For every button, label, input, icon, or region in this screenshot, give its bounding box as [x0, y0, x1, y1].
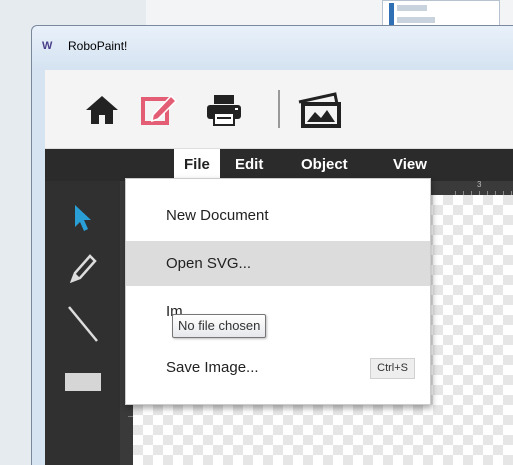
edit-button[interactable] — [137, 88, 181, 132]
menu-item-label: Open SVG... — [166, 255, 252, 272]
shortcut-badge: Ctrl+S — [370, 358, 415, 379]
menu-save-image[interactable]: Save Image... Ctrl+S — [126, 345, 430, 390]
home-icon — [86, 96, 118, 124]
line-icon — [67, 306, 98, 342]
file-input-tooltip: No file chosen — [172, 314, 267, 338]
pencil-tool[interactable] — [45, 243, 120, 293]
print-icon — [207, 95, 241, 126]
main-toolbar — [45, 70, 513, 149]
menu-edit[interactable]: Edit — [225, 149, 273, 181]
menu-view[interactable]: View — [383, 149, 437, 181]
menu-open-svg[interactable]: Open SVG... — [126, 241, 430, 286]
menu-bar: File Edit Object View — [45, 149, 513, 181]
title-bar[interactable]: W RoboPaint! — [32, 26, 513, 70]
print-button[interactable] — [202, 88, 246, 132]
pointer-icon — [74, 205, 91, 231]
home-button[interactable] — [80, 88, 124, 132]
image-button[interactable] — [294, 88, 344, 132]
menu-item-label: Save Image... — [166, 359, 259, 376]
app-logo-icon: W — [42, 40, 52, 52]
edit-icon — [141, 94, 178, 125]
rectangle-tool[interactable] — [45, 357, 120, 407]
window-title: RoboPaint! — [68, 39, 128, 53]
rectangle-icon — [64, 373, 101, 391]
file-menu-dropdown: New Document Open SVG... Im Save Image..… — [125, 178, 431, 405]
line-tool[interactable] — [45, 299, 120, 349]
pencil-icon — [69, 254, 97, 284]
menu-item-label: New Document — [166, 207, 269, 224]
toolbar-separator — [278, 90, 280, 128]
menu-object[interactable]: Object — [291, 149, 358, 181]
menu-file[interactable]: File — [174, 149, 220, 181]
select-tool[interactable] — [45, 193, 120, 243]
ruler-tick-label: 3 — [477, 180, 482, 189]
image-icon — [298, 92, 341, 128]
menu-new-document[interactable]: New Document — [126, 193, 430, 238]
